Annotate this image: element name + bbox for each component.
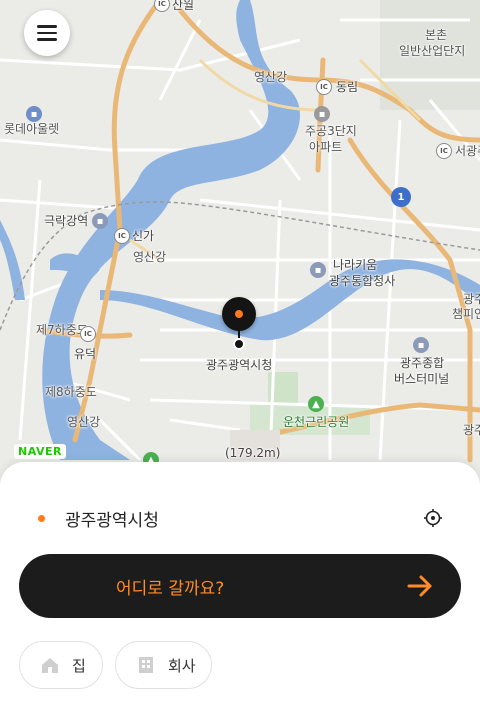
map-label-gwangju-right: 광주 (463, 423, 480, 437)
shortcut-home-label: 집 (72, 656, 86, 675)
naver-logo: NAVER (14, 444, 66, 459)
map-label-je8-hajungdo: 제8하중도 (45, 385, 97, 399)
map-label-yeongsangang-mid: 영산강 (133, 250, 167, 264)
map-label-apartment: 아파트 (309, 140, 343, 154)
ic-badge: IC (436, 143, 452, 159)
menu-button[interactable] (24, 10, 70, 56)
map-label-seogwangju: 서광주 (455, 144, 480, 158)
government-building-icon: ▪ (310, 262, 326, 278)
map-label-bonchon-industrial: 일반산업단지 (399, 44, 466, 58)
map-label-singa: 신가 (132, 229, 155, 243)
park-poi-icon: ▲ (308, 396, 324, 412)
origin-row[interactable]: 광주광역시청 (38, 506, 159, 531)
shopping-poi-icon: ▪ (26, 106, 42, 122)
map-label-bus-terminal-2: 버스터미널 (394, 372, 450, 386)
shortcut-work-label: 회사 (168, 656, 196, 675)
origin-label: 광주광역시청 (65, 510, 159, 531)
ic-badge: IC (80, 326, 96, 342)
location-pin-icon[interactable] (222, 297, 256, 331)
map-label-jugong3: 주공3단지 (305, 124, 357, 138)
hamburger-menu-icon (37, 25, 57, 28)
map-label-geukrak-station: 극락강역 (44, 214, 89, 228)
map-label-yeongsangang: 영산강 (254, 70, 288, 84)
arrow-right-icon (407, 575, 432, 597)
map-label-uncheon-park: 운천근린공원 (283, 415, 350, 429)
map-label-narakium: 나라키움 (333, 258, 378, 272)
pin-center-dot (235, 310, 243, 318)
hamburger-line (37, 31, 57, 35)
map-label-city-hall: 광주광역시청 (206, 358, 273, 372)
route-1-badge: 1 (391, 187, 411, 207)
destination-search-button[interactable] (19, 554, 461, 618)
shortcut-work-button[interactable]: 회사 (115, 641, 212, 689)
map-label-yudeok: 유덕 (74, 347, 97, 361)
map-label-gwangju-champion-1: 광주 (463, 292, 480, 306)
map-label-elevation: (179.2m) (225, 446, 281, 460)
apartment-poi-icon: ▪ (314, 106, 330, 122)
origin-dot-icon (38, 514, 45, 522)
map-label-gwangju-gov-complex: 광주통합청사 (329, 274, 396, 288)
bus-terminal-icon: ▪ (413, 337, 429, 353)
building-icon (139, 657, 153, 673)
train-station-icon: ▪ (92, 213, 108, 229)
map-label-dongrim: 동림 (336, 80, 359, 94)
map-label-bonchon: 본촌 (425, 28, 448, 42)
ic-badge: IC (316, 79, 332, 95)
pin-base-marker (233, 338, 245, 350)
map-label-yeongsangang-bottom: 영산강 (67, 415, 101, 429)
ic-badge: IC (114, 228, 130, 244)
destination-search-label: 어디로 갈까요? (116, 579, 225, 599)
current-location-target-icon[interactable] (424, 509, 442, 527)
shortcut-home-button[interactable]: 집 (19, 641, 103, 689)
map-label-champion: 챔피언 (452, 307, 480, 321)
home-icon (42, 658, 58, 673)
hamburger-line (37, 38, 57, 41)
map-label-bus-terminal-1: 광주종합 (400, 356, 445, 370)
map-label-sanwol: 산월 (172, 0, 195, 12)
map-label-lotte-outlet: 롯데아울렛 (4, 122, 60, 136)
